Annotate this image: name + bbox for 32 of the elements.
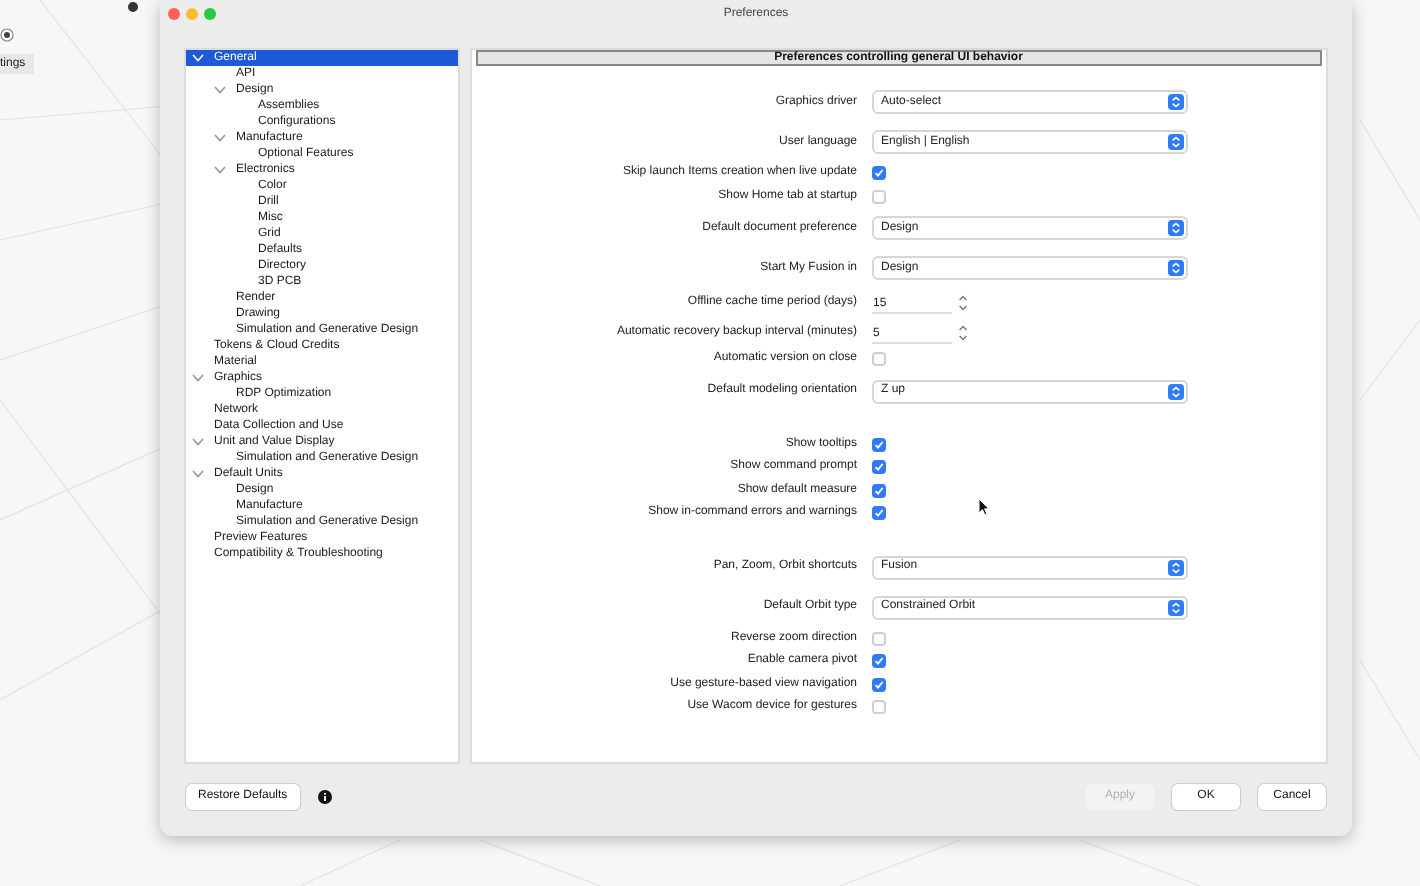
radio-icon[interactable]: [0, 28, 14, 42]
checkbox[interactable]: [871, 700, 886, 715]
chevron-icon: [214, 166, 226, 174]
stepper-icon: [1167, 220, 1184, 236]
close-icon[interactable]: [168, 8, 180, 20]
checkmark-icon: [873, 508, 884, 519]
stepper-icon: [1167, 134, 1184, 150]
stepper-icon: [1167, 260, 1184, 276]
chevron-icon: [192, 54, 204, 62]
checkbox[interactable]: [871, 631, 886, 646]
stepper-icon: [1167, 559, 1184, 575]
stepper-icon[interactable]: [957, 324, 968, 342]
checkmark-icon: [873, 439, 884, 450]
stepper-icon: [1167, 599, 1184, 615]
stepper-icon: [1167, 94, 1184, 110]
stepper-icon[interactable]: [957, 294, 968, 312]
dot-icon: [128, 2, 138, 12]
stepper-icon: [1167, 383, 1184, 399]
cursor-icon: [978, 498, 990, 516]
checkmark-icon: [873, 679, 884, 690]
chevron-icon: [214, 86, 226, 94]
checkmark-icon: [873, 168, 884, 179]
info-icon[interactable]: [317, 790, 332, 804]
checkbox[interactable]: [871, 189, 886, 204]
checkbox[interactable]: [871, 352, 886, 367]
chevron-icon: [192, 374, 204, 382]
checkmark-icon: [873, 462, 884, 473]
chevron-icon: [192, 438, 204, 446]
checkmark-icon: [873, 656, 884, 667]
chevron-icon: [192, 470, 204, 478]
chevron-icon: [214, 134, 226, 142]
checkmark-icon: [873, 485, 884, 496]
